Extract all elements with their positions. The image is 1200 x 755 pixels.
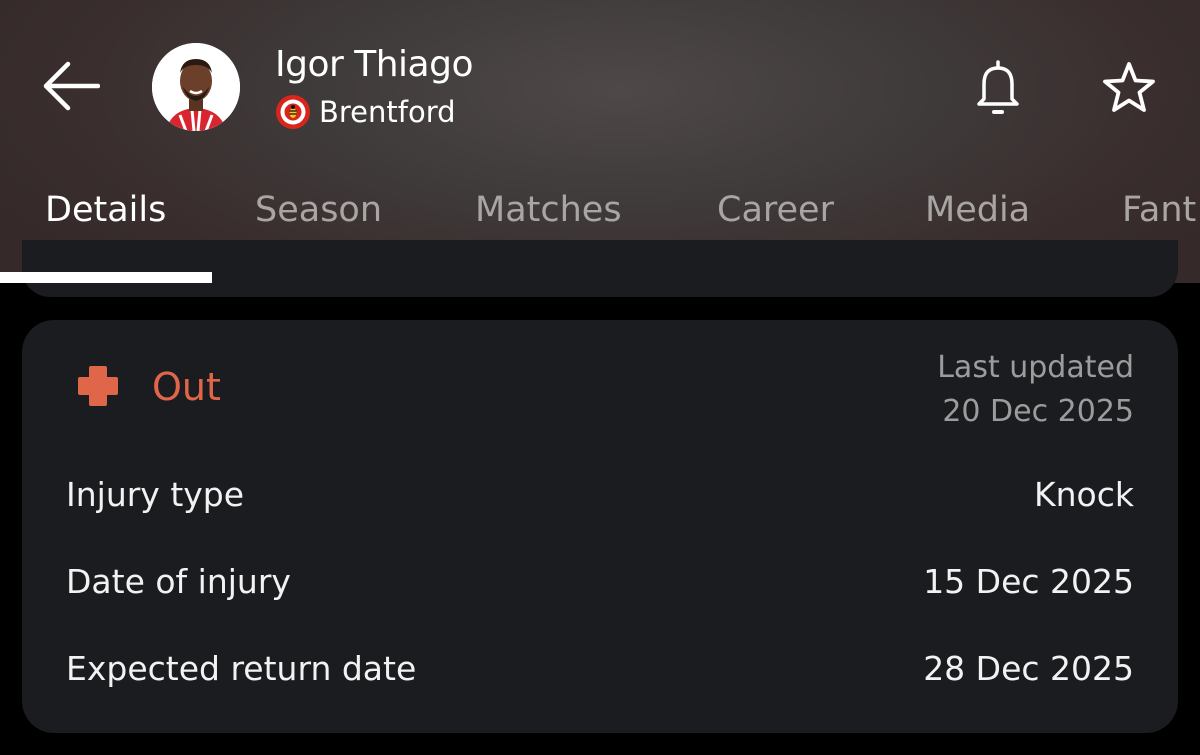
injury-type-row: Injury type Knock xyxy=(66,475,1134,519)
row-value: 15 Dec 2025 xyxy=(923,562,1134,601)
row-value: Knock xyxy=(1034,475,1134,514)
tab-media[interactable]: Media xyxy=(925,190,1030,230)
last-updated: Last updated 20 Dec 2025 xyxy=(937,346,1134,434)
favorite-button[interactable] xyxy=(1096,55,1162,119)
row-label: Injury type xyxy=(66,475,245,514)
injury-status: Out xyxy=(152,365,221,409)
tab-details[interactable]: Details xyxy=(45,190,166,230)
arrow-left-icon xyxy=(43,61,100,111)
tab-fantasy[interactable]: Fant xyxy=(1122,190,1196,230)
medical-cross-icon xyxy=(78,366,118,406)
club-link[interactable]: Brentford xyxy=(275,94,456,130)
last-updated-date: 20 Dec 2025 xyxy=(942,394,1134,429)
bell-icon xyxy=(977,60,1019,114)
club-name: Brentford xyxy=(319,95,456,129)
player-name: Igor Thiago xyxy=(275,44,473,85)
tab-season[interactable]: Season xyxy=(255,190,382,230)
tab-matches[interactable]: Matches xyxy=(475,190,622,230)
last-updated-label: Last updated xyxy=(937,350,1134,385)
date-of-injury-row: Date of injury 15 Dec 2025 xyxy=(66,562,1134,606)
tab-career[interactable]: Career xyxy=(717,190,834,230)
notifications-button[interactable] xyxy=(968,55,1028,119)
row-label: Date of injury xyxy=(66,562,291,601)
previous-card-edge xyxy=(22,240,1178,297)
active-tab-indicator xyxy=(0,272,212,283)
row-value: 28 Dec 2025 xyxy=(923,649,1134,688)
row-label: Expected return date xyxy=(66,649,417,688)
star-icon xyxy=(1103,62,1155,112)
back-button[interactable] xyxy=(38,56,102,116)
player-avatar xyxy=(152,43,240,131)
expected-return-row: Expected return date 28 Dec 2025 xyxy=(66,649,1134,693)
brentford-badge-icon xyxy=(276,95,310,129)
injury-card: Out Last updated 20 Dec 2025 Injury type… xyxy=(22,320,1178,733)
